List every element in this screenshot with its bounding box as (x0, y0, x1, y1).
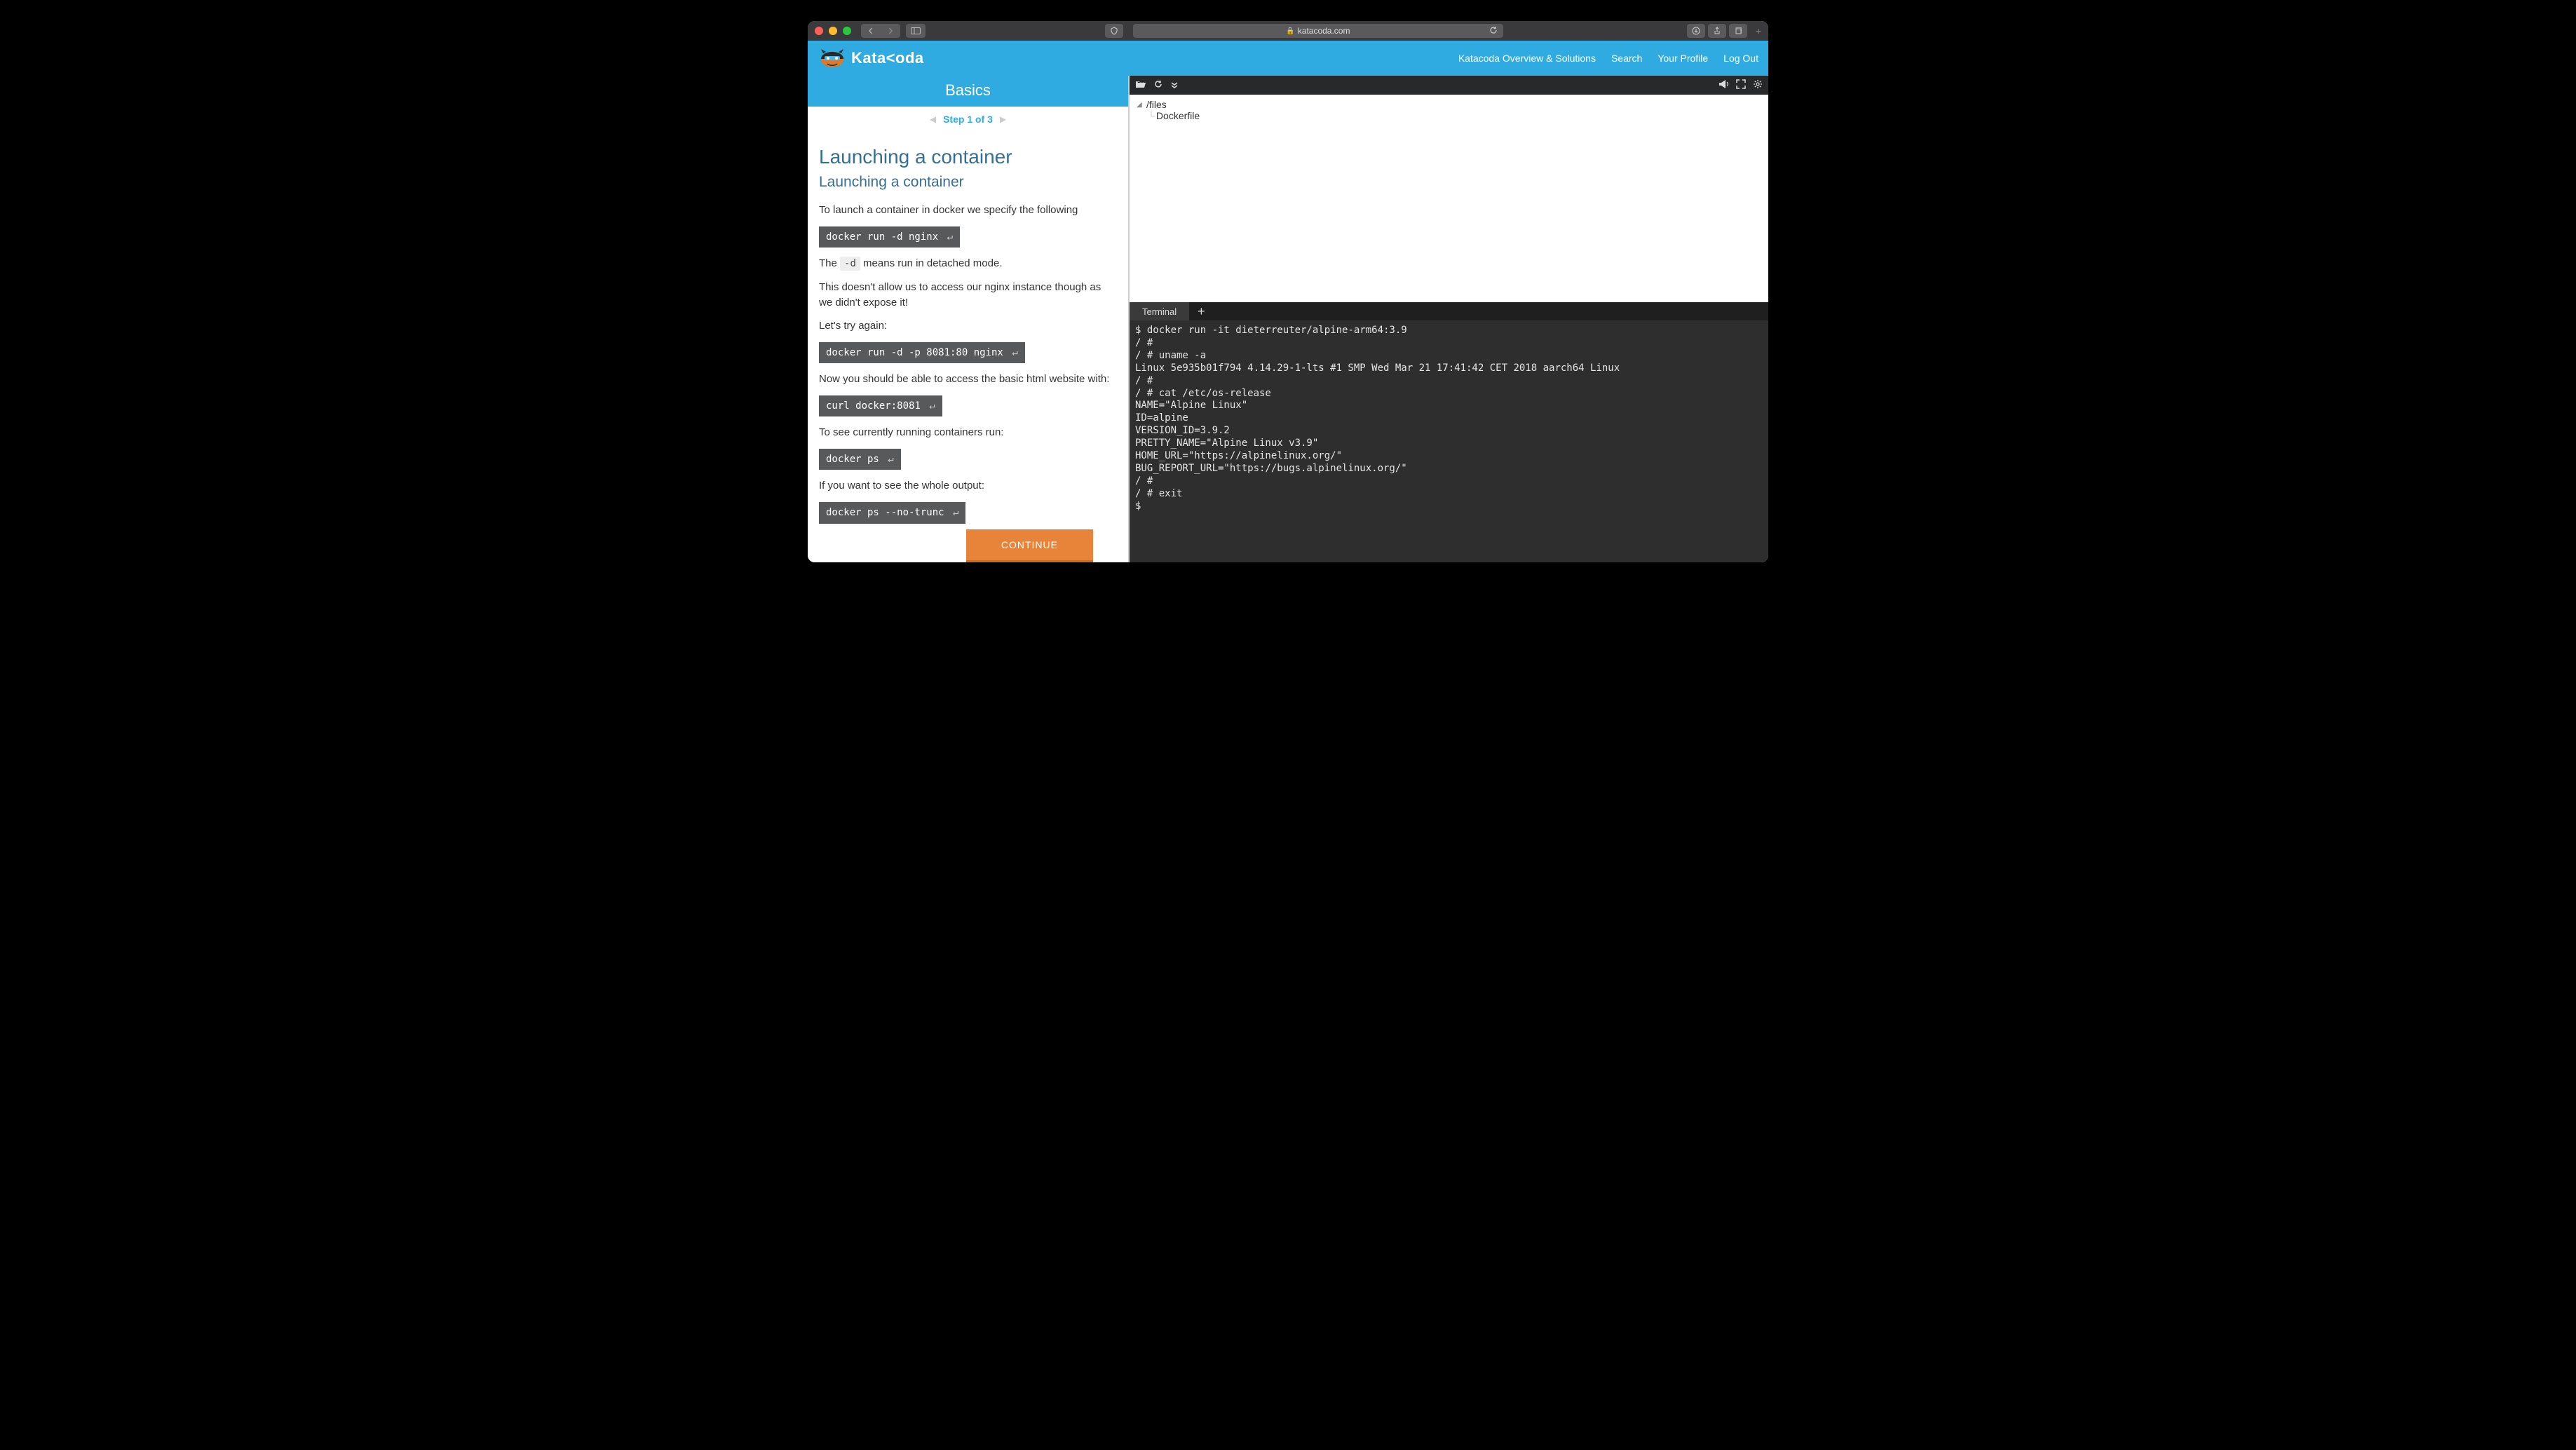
back-button[interactable] (861, 24, 881, 38)
logo-mascot-icon (818, 48, 846, 69)
tree-file-label: Dockerfile (1156, 110, 1200, 121)
lesson-text: Let's try again: (819, 318, 1117, 334)
continue-button[interactable]: CONTINUE (966, 529, 1093, 562)
file-tree: ◢ /files └ Dockerfile (1130, 95, 1768, 302)
ide-panel: ◢ /files └ Dockerfile Terminal + $ docke… (1128, 76, 1768, 562)
step-label: Step 1 of 3 (943, 114, 993, 125)
announce-icon[interactable] (1718, 79, 1729, 91)
tree-file[interactable]: └ Dockerfile (1148, 110, 1761, 121)
code-snippet[interactable]: docker ps --no-trunc ↵ (819, 502, 965, 523)
share-button[interactable] (1708, 24, 1726, 38)
minimize-window-button[interactable] (829, 27, 837, 35)
enter-icon: ↵ (947, 231, 953, 243)
terminal-tabs: Terminal + (1130, 302, 1768, 320)
code-snippet[interactable]: curl docker:8081 ↵ (819, 395, 942, 416)
enter-icon: ↵ (929, 400, 935, 412)
fullscreen-icon[interactable] (1736, 79, 1746, 91)
lesson-title: Launching a container (819, 143, 1117, 172)
chevron-down-icon[interactable] (1170, 80, 1179, 91)
code-snippet[interactable]: docker run -d nginx ↵ (819, 226, 960, 248)
folder-open-icon[interactable] (1135, 79, 1146, 91)
nav-search[interactable]: Search (1611, 53, 1642, 64)
url-text: katacoda.com (1298, 26, 1350, 36)
tree-folder[interactable]: ◢ /files (1137, 99, 1761, 110)
editor-toolbar (1130, 76, 1768, 95)
lesson-panel: Basics ◀ Step 1 of 3 ▶ Launching a conta… (808, 76, 1128, 562)
browser-window: 🔒 katacoda.com + (808, 21, 1768, 562)
lesson-subtitle: Launching a container (819, 172, 1117, 193)
sidebar-toggle-button[interactable] (906, 24, 926, 38)
terminal-output[interactable]: $ docker run -it dieterreuter/alpine-arm… (1130, 320, 1768, 562)
add-terminal-button[interactable]: + (1189, 302, 1214, 320)
logo-text: Kata<oda (851, 49, 924, 67)
tree-collapse-icon[interactable]: ◢ (1137, 101, 1145, 109)
nav-overview[interactable]: Katacoda Overview & Solutions (1458, 53, 1596, 64)
lesson-content: Launching a container Launching a contai… (808, 132, 1128, 562)
tabs-button[interactable] (1729, 24, 1747, 38)
module-title: Basics (808, 76, 1128, 107)
window-controls (815, 27, 851, 35)
gear-icon[interactable] (1753, 79, 1763, 91)
next-step-button[interactable]: ▶ (1000, 114, 1006, 124)
lesson-text: To launch a container in docker we speci… (819, 203, 1117, 218)
tree-branch-icon: └ (1148, 110, 1155, 121)
refresh-icon[interactable] (1153, 79, 1163, 91)
code-snippet[interactable]: docker ps ↵ (819, 449, 901, 470)
enter-icon: ↵ (1012, 347, 1017, 358)
address-bar[interactable]: 🔒 katacoda.com (1133, 24, 1503, 38)
nav-links: Katacoda Overview & Solutions Search You… (1458, 53, 1758, 64)
lesson-text: To see currently running containers run: (819, 425, 1117, 440)
lesson-text: Now you should be able to access the bas… (819, 372, 1117, 387)
main-content: Basics ◀ Step 1 of 3 ▶ Launching a conta… (808, 76, 1768, 562)
enter-icon: ↵ (888, 454, 893, 465)
close-window-button[interactable] (815, 27, 823, 35)
enter-icon: ↵ (953, 507, 958, 518)
terminal-section: Terminal + $ docker run -it dieterreuter… (1130, 302, 1768, 562)
browser-chrome: 🔒 katacoda.com + (808, 21, 1768, 41)
inline-code: -d (840, 257, 860, 271)
reload-icon[interactable] (1489, 26, 1498, 36)
lesson-text: If you want to see the whole output: (819, 478, 1117, 494)
nav-logout[interactable]: Log Out (1723, 53, 1758, 64)
downloads-button[interactable] (1687, 24, 1705, 38)
terminal-tab[interactable]: Terminal (1130, 302, 1189, 320)
maximize-window-button[interactable] (843, 27, 851, 35)
prev-step-button[interactable]: ◀ (930, 114, 936, 124)
lesson-text: The -d means run in detached mode. (819, 256, 1117, 271)
lock-icon: 🔒 (1286, 27, 1294, 35)
site-header: Kata<oda Katacoda Overview & Solutions S… (808, 41, 1768, 76)
step-indicator: ◀ Step 1 of 3 ▶ (808, 107, 1128, 132)
new-tab-button[interactable]: + (1756, 25, 1761, 36)
browser-right-controls (1687, 24, 1747, 38)
lesson-text: This doesn't allow us to access our ngin… (819, 280, 1117, 311)
logo[interactable]: Kata<oda (818, 48, 924, 69)
nav-profile[interactable]: Your Profile (1658, 53, 1708, 64)
forward-button[interactable] (881, 24, 900, 38)
tree-folder-label: /files (1146, 99, 1167, 110)
code-snippet[interactable]: docker run -d -p 8081:80 nginx ↵ (819, 342, 1025, 363)
nav-back-forward (861, 24, 900, 38)
privacy-report-button[interactable] (1105, 24, 1123, 38)
